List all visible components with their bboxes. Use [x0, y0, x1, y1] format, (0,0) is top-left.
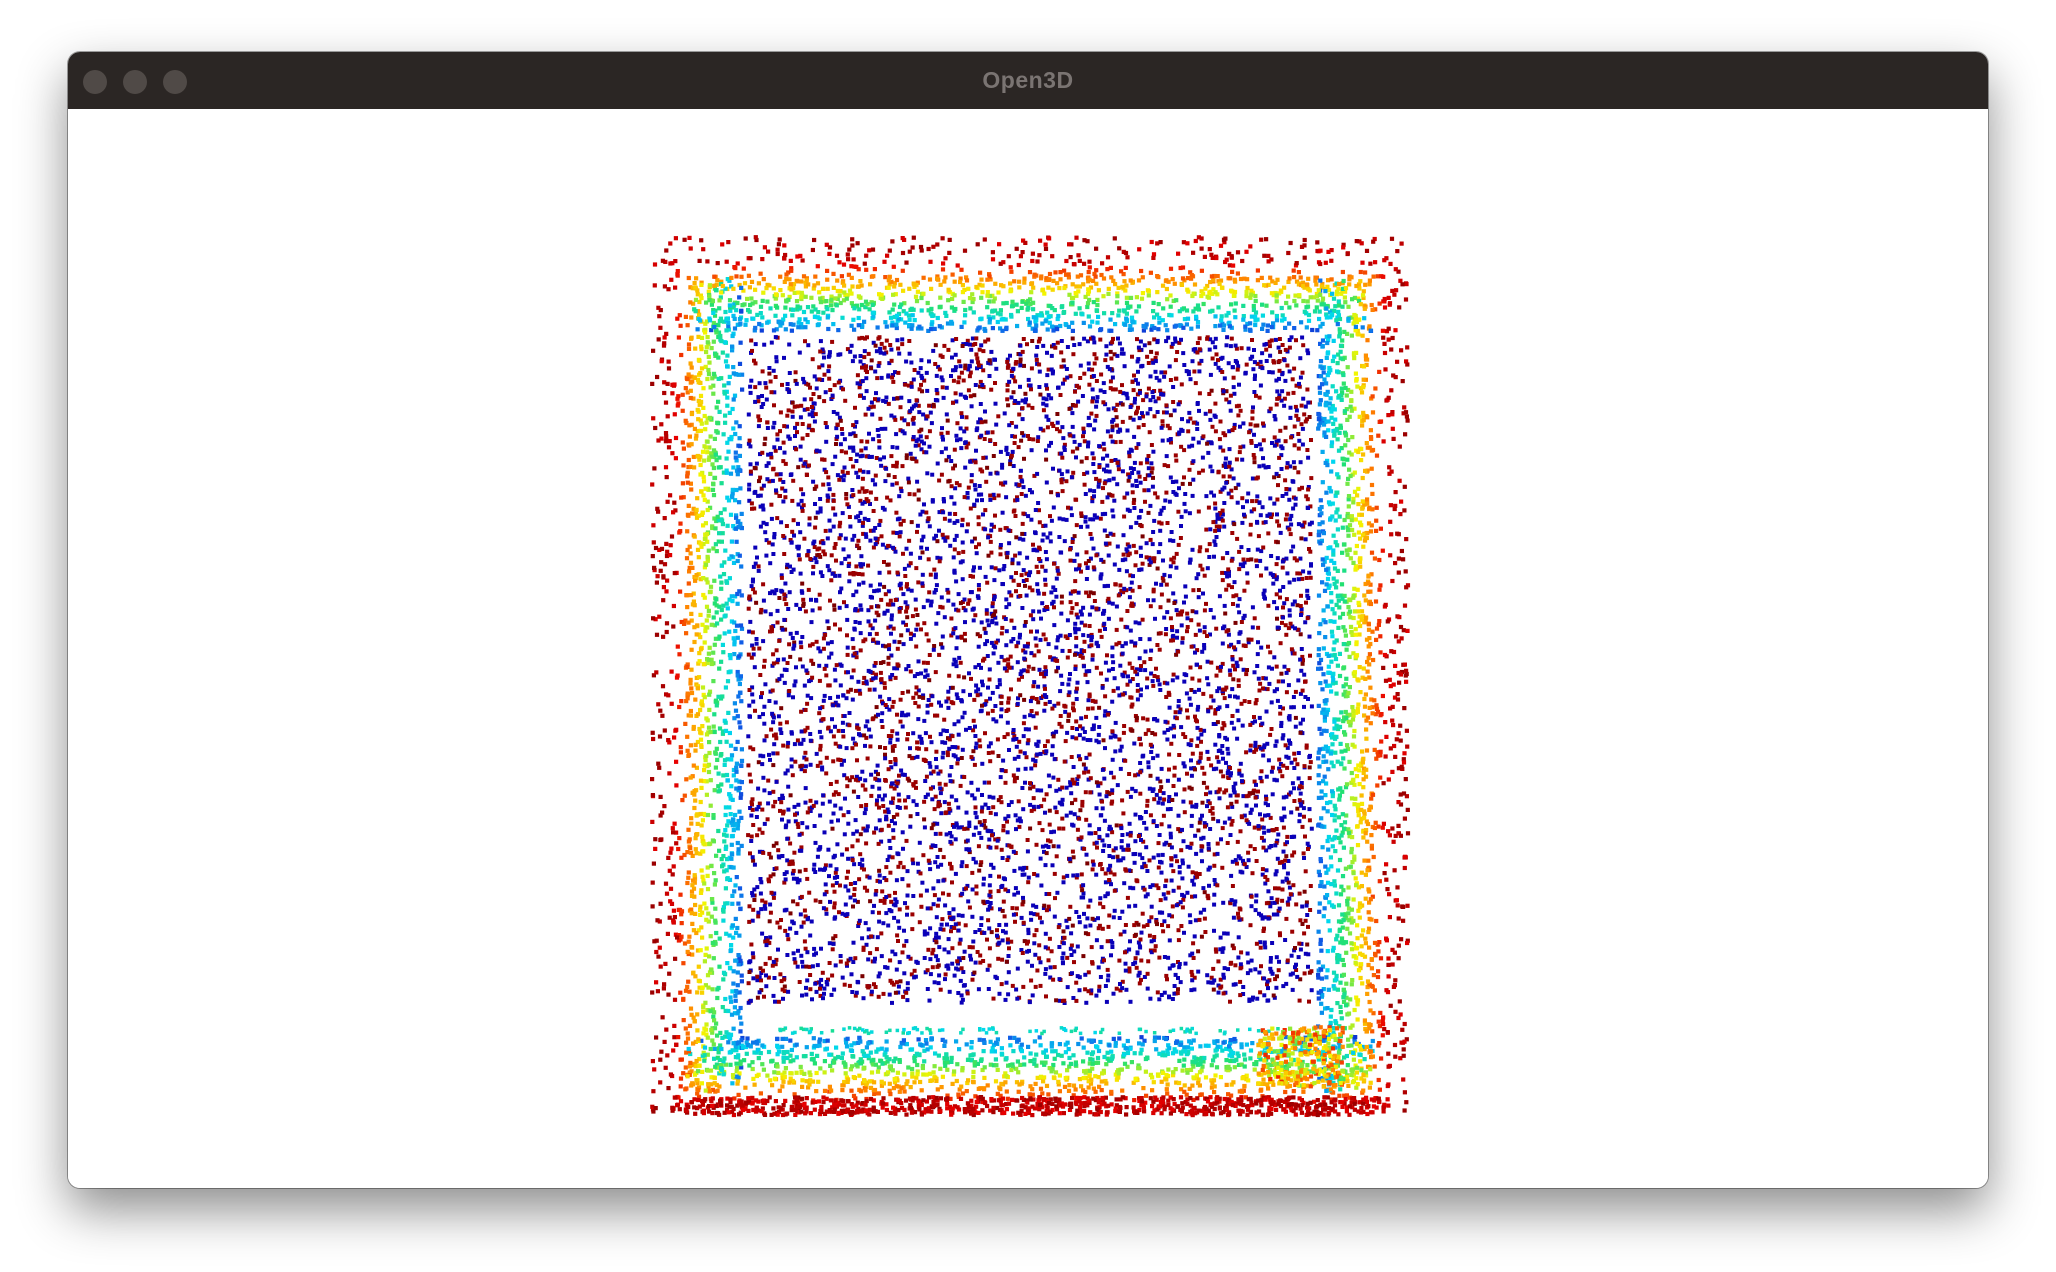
open3d-window: Open3D — [68, 52, 1988, 1188]
title-bar[interactable]: Open3D — [68, 52, 1988, 109]
window-title: Open3D — [982, 67, 1074, 93]
point-cloud — [650, 235, 1411, 1118]
3d-viewport[interactable] — [68, 109, 1988, 1188]
